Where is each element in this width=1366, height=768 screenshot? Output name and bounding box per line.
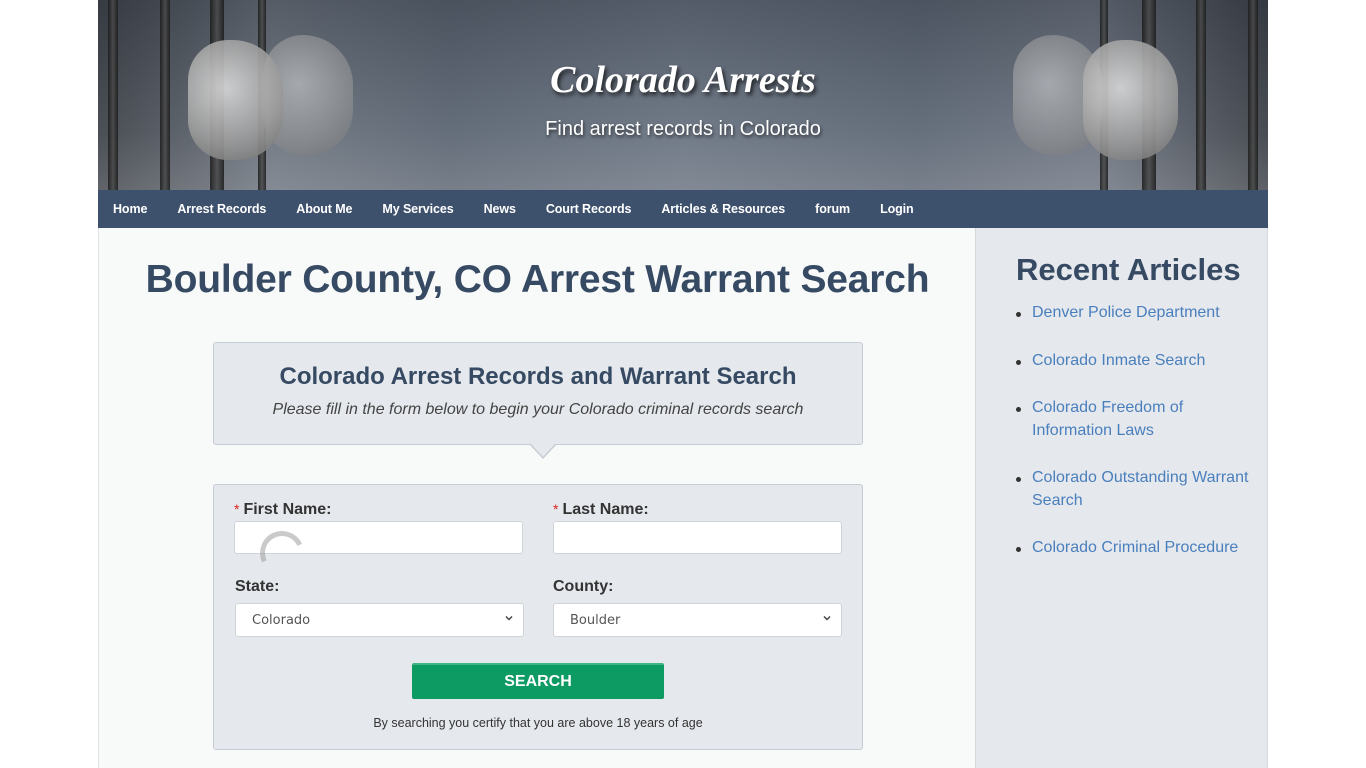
state-select[interactable]: Colorado [235,603,524,637]
list-item: Colorado Outstanding Warrant Search [1016,467,1256,512]
last-name-label: * Last Name: [553,501,649,518]
age-disclaimer: By searching you certify that you are ab… [373,716,703,730]
nav-my-services[interactable]: My Services [382,202,453,216]
nav-news[interactable]: News [484,202,516,216]
last-name-input[interactable] [553,521,842,554]
last-name-field: * Last Name: [553,501,842,554]
county-select-value: Boulder [570,612,621,628]
first-name-label: * First Name: [234,501,332,518]
nav-login[interactable]: Login [880,202,914,216]
intro-callout: Colorado Arrest Records and Warrant Sear… [213,342,863,459]
site-title[interactable]: Colorado Arrests [98,58,1268,102]
list-item: Colorado Inmate Search [1016,350,1256,373]
state-label: State: [235,578,280,595]
county-label: County: [553,578,614,595]
main-content: Boulder County, CO Arrest Warrant Search… [98,228,975,768]
page-title: Boulder County, CO Arrest Warrant Search [145,258,930,301]
required-marker: * [553,501,559,517]
state-field: State: Colorado [235,578,524,637]
nav-court-records[interactable]: Court Records [546,202,632,216]
article-link[interactable]: Colorado Criminal Procedure [1032,539,1238,556]
nav-about-me[interactable]: About Me [296,202,352,216]
main-nav: Home Arrest Records About Me My Services… [98,190,1268,228]
state-select-value: Colorado [252,612,311,628]
list-item: Colorado Criminal Procedure [1016,537,1256,560]
recent-articles-title: Recent Articles [1016,252,1241,287]
nav-home[interactable]: Home [113,202,147,216]
list-item: Colorado Freedom of Information Laws [1016,397,1256,442]
chevron-down-icon [823,615,831,621]
county-field: County: Boulder [553,578,842,637]
article-link[interactable]: Colorado Inmate Search [1032,352,1205,369]
first-name-input[interactable] [234,521,523,554]
search-button[interactable]: SEARCH [412,663,664,699]
recent-articles-list: Denver Police Department Colorado Inmate… [1016,302,1256,585]
required-marker: * [234,501,240,517]
site-tagline: Find arrest records in Colorado [545,118,821,140]
nav-forum[interactable]: forum [815,202,850,216]
nav-articles-resources[interactable]: Articles & Resources [661,202,785,216]
article-link[interactable]: Colorado Outstanding Warrant Search [1032,469,1248,509]
article-link[interactable]: Colorado Freedom of Information Laws [1032,399,1183,439]
nav-arrest-records[interactable]: Arrest Records [177,202,266,216]
intro-subtitle: Please fill in the form below to begin y… [272,401,804,418]
sidebar: Recent Articles Denver Police Department… [975,228,1268,768]
page: Colorado Arrests Find arrest records in … [98,0,1268,768]
search-form: * First Name: * Last Name: State: Colorado… [213,484,863,750]
county-select[interactable]: Boulder [553,603,842,637]
chevron-down-icon [505,615,513,621]
list-item: Denver Police Department [1016,302,1256,325]
header-banner: Colorado Arrests Find arrest records in … [98,0,1268,190]
first-name-field: * First Name: [234,501,523,582]
article-link[interactable]: Denver Police Department [1032,304,1220,321]
intro-title: Colorado Arrest Records and Warrant Sear… [279,363,797,390]
